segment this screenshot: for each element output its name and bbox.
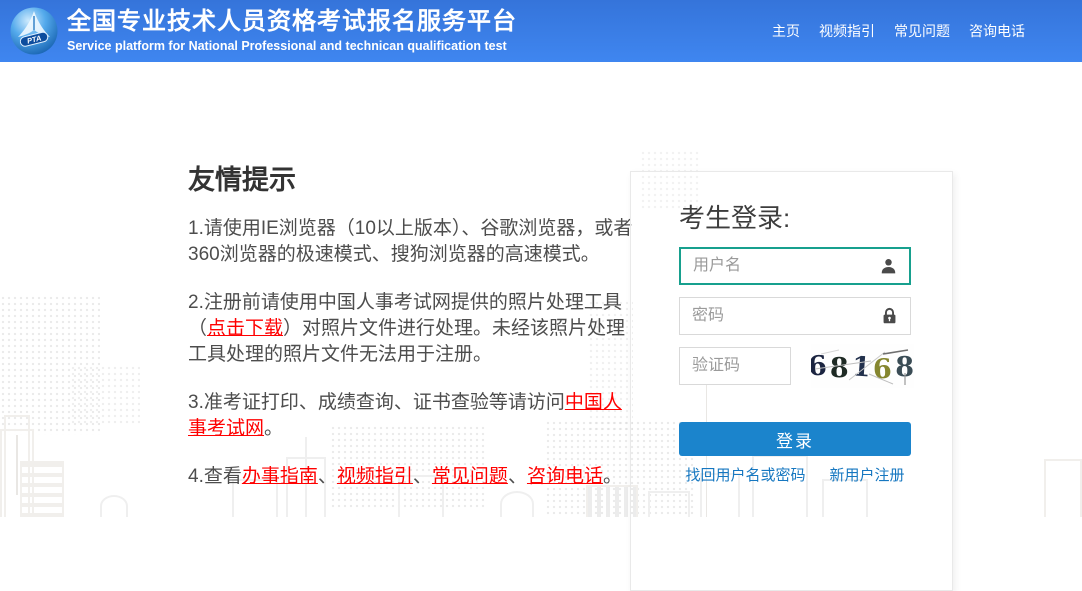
tip-4-text: 4.查看 bbox=[188, 466, 242, 487]
captcha-noise-lines bbox=[811, 344, 914, 388]
password-field bbox=[679, 297, 911, 335]
service-guide-link[interactable]: 办事指南 bbox=[242, 466, 318, 487]
login-button[interactable]: 登录 bbox=[679, 422, 911, 456]
faq-link[interactable]: 常见问题 bbox=[432, 466, 508, 487]
login-links: 找回用户名或密码 新用户注册 bbox=[679, 464, 911, 485]
site-title: 全国专业技术人员资格考试报名服务平台 bbox=[67, 9, 517, 35]
tip-3-text: 。 bbox=[264, 418, 283, 439]
tips-section: 友情提示 1.请使用IE浏览器（10以上版本）、谷歌浏览器，或者360浏览器的极… bbox=[188, 167, 640, 490]
tip-2: 2.注册前请使用中国人事考试网提供的照片处理工具（点击下载）对照片文件进行处理。… bbox=[188, 290, 640, 368]
nav-home-link[interactable]: 主页 bbox=[772, 21, 800, 41]
building-outline bbox=[500, 491, 534, 517]
user-icon bbox=[879, 257, 898, 276]
password-input[interactable] bbox=[680, 298, 910, 334]
recover-account-link[interactable]: 找回用户名或密码 bbox=[685, 464, 805, 485]
site-subtitle: Service platform for National Profession… bbox=[67, 39, 517, 53]
username-field bbox=[679, 247, 911, 285]
username-input[interactable] bbox=[681, 249, 909, 283]
captcha-field bbox=[679, 347, 791, 385]
tip-4: 4.查看办事指南、视频指引、常见问题、咨询电话。 bbox=[188, 464, 640, 490]
nav-phone-link[interactable]: 咨询电话 bbox=[969, 21, 1025, 41]
lock-icon bbox=[880, 307, 899, 326]
building-outline bbox=[20, 461, 64, 517]
tip-3-text: 3.准考证打印、成绩查询、证书查验等请访问 bbox=[188, 392, 565, 413]
pta-logo-icon: PTA bbox=[9, 6, 59, 56]
background-dots bbox=[0, 295, 100, 435]
video-guide-link[interactable]: 视频指引 bbox=[337, 466, 413, 487]
phone-link[interactable]: 咨询电话 bbox=[527, 466, 603, 487]
nav-faq-link[interactable]: 常见问题 bbox=[894, 21, 950, 41]
login-panel: 考生登录: 68168 bbox=[630, 171, 953, 591]
header: PTA 全国专业技术人员资格考试报名服务平台 Service platform … bbox=[0, 0, 1082, 62]
captcha-image[interactable]: 68168 bbox=[811, 344, 914, 388]
register-link[interactable]: 新用户注册 bbox=[830, 464, 905, 485]
tips-heading: 友情提示 bbox=[188, 167, 640, 194]
header-nav: 主页 视频指引 常见问题 咨询电话 bbox=[772, 21, 1025, 41]
photo-tool-download-link[interactable]: 点击下载 bbox=[207, 318, 283, 339]
building-outline bbox=[4, 415, 30, 517]
tip-3: 3.准考证打印、成绩查询、证书查验等请访问中国人事考试网。 bbox=[188, 390, 640, 442]
login-heading: 考生登录: bbox=[679, 204, 952, 233]
tip-1-text: 1.请使用IE浏览器（10以上版本）、谷歌浏览器，或者360浏览器的极速模式、搜… bbox=[188, 218, 632, 265]
building-outline bbox=[1044, 459, 1082, 517]
building-outline bbox=[0, 429, 34, 517]
tip-1: 1.请使用IE浏览器（10以上版本）、谷歌浏览器，或者360浏览器的极速模式、搜… bbox=[188, 216, 640, 268]
captcha-input[interactable] bbox=[680, 348, 790, 384]
building-outline bbox=[100, 495, 128, 517]
background-dots bbox=[70, 365, 140, 425]
captcha-row: 68168 bbox=[679, 347, 911, 385]
nav-video-guide-link[interactable]: 视频指引 bbox=[819, 21, 875, 41]
